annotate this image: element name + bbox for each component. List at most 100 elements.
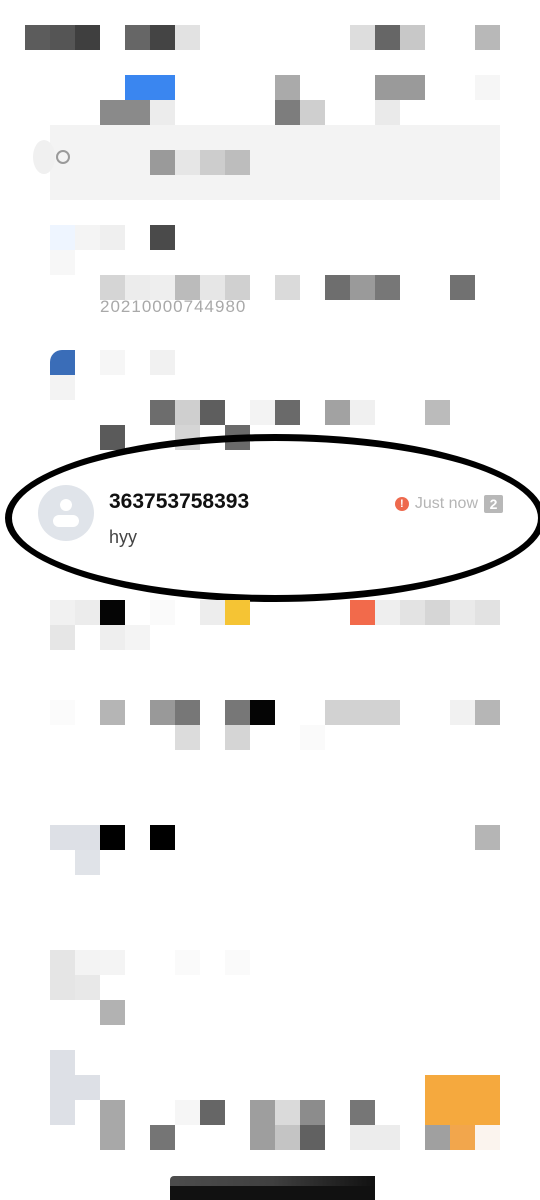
status-pixel [75,25,100,50]
avatar-pixel [75,950,100,975]
title-pixel [100,625,125,650]
header-pixel [300,100,325,125]
title-pixel [100,700,125,725]
title-pixel [225,950,250,975]
avatar-pixel [50,825,100,850]
title-pixel [150,600,175,625]
title-pixel [150,225,175,250]
status-pixel [375,25,400,50]
home-indicator-fade [170,1176,375,1186]
avatar-pixel [75,1075,100,1100]
title-pixel [400,600,425,625]
title-pixel [200,400,225,425]
status-pixel [25,25,50,50]
title-pixel [325,400,350,425]
conversation-partial-id: 20210000744980 [100,297,247,316]
avatar-pixel [50,950,75,1000]
title-pixel [350,1125,400,1150]
search-placeholder-pixel [175,150,200,175]
search-placeholder-pixel [200,150,225,175]
title-pixel [475,600,500,625]
search-input[interactable] [50,125,500,200]
avatar-pixel [50,250,75,275]
status-pixel [150,25,175,50]
title-pixel [150,700,175,725]
title-pixel [300,1100,325,1125]
status-pixel [400,25,425,50]
title-pixel [425,1125,450,1150]
title-pixel [475,700,500,725]
avatar-pixel [50,1050,75,1125]
status-pixel [125,25,150,50]
status-pixel [50,25,75,50]
title-pixel [425,600,450,625]
avatar-pixel [150,350,175,375]
title-pixel [100,1100,125,1150]
title-pixel [250,1100,275,1150]
preview-pixel [350,275,375,300]
title-pixel [475,825,500,850]
header-pixel [150,100,175,125]
status-pixel [175,25,200,50]
title-pixel [350,1100,375,1125]
title-pixel [425,1075,500,1125]
title-pixel [150,825,175,850]
title-pixel [225,700,250,725]
header-pixel [275,100,300,125]
title-pixel [275,400,300,425]
preview-pixel [100,425,125,450]
header-pixel [275,75,300,100]
title-pixel [425,400,450,425]
title-pixel [175,700,200,725]
title-pixel [450,1125,475,1150]
status-pixel [350,25,375,50]
status-pixel [475,25,500,50]
title-pixel [175,950,200,975]
title-pixel [325,700,400,725]
preview-pixel [175,725,200,750]
title-pixel [150,400,175,425]
avatar-pixel [50,600,75,625]
avatar-pixel [75,850,100,875]
header-pixel [375,100,400,125]
header-pixel [125,75,175,100]
title-pixel [450,700,475,725]
header-pixel [375,75,425,100]
title-pixel [150,1125,175,1150]
preview-pixel [100,1000,125,1025]
avatar-pixel [75,975,100,1000]
avatar-pixel [100,950,125,975]
title-pixel [175,400,200,425]
highlight-ring [5,434,540,602]
title-pixel [475,1125,500,1150]
title-pixel [100,825,125,850]
preview-pixel [375,275,400,300]
preview-pixel [300,725,325,750]
avatar-pixel [100,350,125,375]
avatar-pixel [100,225,125,250]
header-pixel [100,100,150,125]
search-icon [56,150,70,164]
title-pixel [200,600,225,625]
avatar-pixel [50,625,75,650]
header-pixel [475,75,500,100]
search-placeholder-pixel [225,150,250,175]
title-pixel [275,1125,300,1150]
title-pixel [300,1125,325,1150]
title-pixel [250,400,275,425]
avatar-pixel [75,600,100,625]
title-pixel [350,400,375,425]
title-pixel [125,625,150,650]
title-pixel [225,600,250,625]
title-pixel [350,600,375,625]
title-pixel [375,600,400,625]
preview-pixel [325,275,350,300]
preview-pixel [225,725,250,750]
preview-pixel [450,275,475,300]
avatar-pixel [50,375,75,400]
avatar-pixel [75,225,100,250]
title-pixel [200,1100,225,1125]
avatar-pixel [50,225,75,250]
search-glow [33,140,55,174]
avatar-pixel [50,700,75,725]
